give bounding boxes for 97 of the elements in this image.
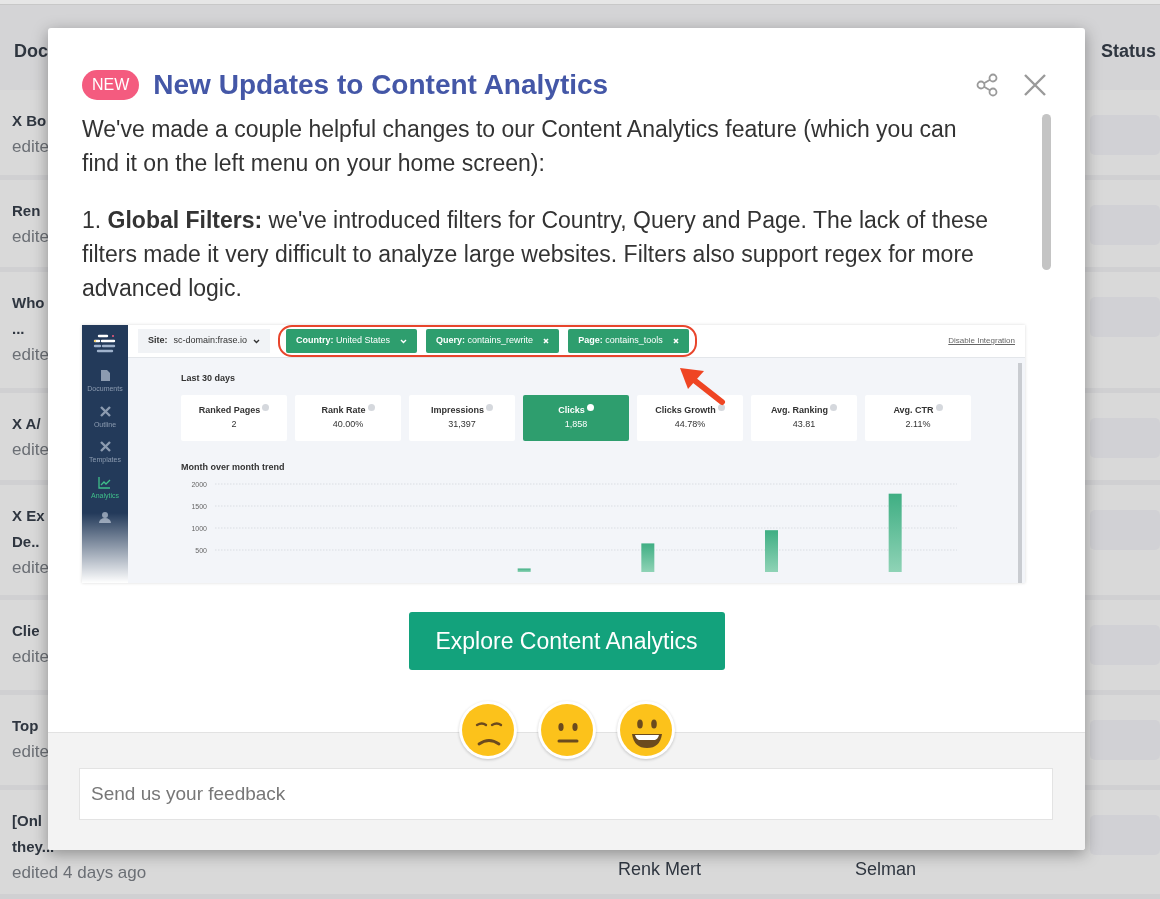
stat-label: Clicks Growth	[655, 404, 716, 417]
document-title: they...	[12, 837, 56, 857]
document-icon	[98, 369, 112, 382]
document-title: [Onl	[12, 811, 43, 831]
stat-card[interactable]: Avg. Ranking 43.81	[751, 394, 857, 441]
close-icon	[1023, 73, 1047, 97]
chart-bar	[517, 568, 531, 572]
stat-value: 44.78%	[674, 417, 706, 431]
new-badge: NEW	[82, 70, 140, 100]
edited-time: edite	[12, 646, 49, 668]
edited-time: edite	[12, 136, 49, 158]
stat-value: 31,397	[448, 417, 476, 431]
filter-chip[interactable]: Page: contains_tools	[568, 329, 689, 353]
caret-icon	[400, 338, 408, 344]
remove-icon	[543, 338, 550, 344]
status-placeholder	[1090, 418, 1160, 458]
chart-bar	[765, 530, 778, 572]
edited-time: edite	[12, 226, 49, 248]
reaction-button[interactable]	[537, 701, 596, 759]
stat-label: Rank Rate	[321, 404, 366, 417]
caret-icon	[253, 338, 261, 344]
stat-value: 2.11%	[905, 417, 931, 431]
help-icon	[486, 404, 493, 411]
site-dropdown[interactable]: Site: sc-domain:frase.io	[138, 329, 271, 353]
help-icon	[830, 404, 838, 411]
remove-icon	[672, 338, 679, 344]
stat-label: Avg. CTR	[893, 404, 934, 417]
status-placeholder	[1090, 720, 1160, 760]
paragraph: 1. Global Filters: we've introduced filters for Country, Query and Page. The lack of these filters made it very difficult to analyze large websites. Filters also support regex for more advanced logic.	[82, 206, 990, 303]
paragraph: We've made a couple helpful changes to our Content Analytics feature (which you can find it on the left menu on your home screen):	[82, 115, 958, 178]
tools-icon	[98, 404, 112, 418]
help-icon	[586, 404, 594, 411]
help-icon	[935, 404, 943, 411]
smiling-face-icon	[618, 703, 673, 757]
document-title: X Ex	[12, 506, 46, 526]
explore-button[interactable]: Explore Content Analytics	[408, 612, 725, 670]
help-icon	[717, 404, 725, 411]
stat-label: Avg. Ranking	[770, 404, 829, 417]
stat-value: 1,858	[564, 417, 588, 431]
section-label: Last 30 days	[181, 372, 237, 385]
logo-icon	[92, 333, 118, 355]
edited-time: edited 4 days ago	[12, 862, 147, 884]
document-title: Who	[12, 293, 46, 313]
column-header: Doc	[14, 40, 48, 63]
column-header: Status	[1101, 40, 1156, 63]
document-title: ...	[12, 319, 26, 339]
status-placeholder	[1090, 205, 1160, 245]
stat-card[interactable]: Rank Rate 40.00%	[295, 394, 401, 441]
document-title: Ren	[12, 201, 42, 221]
neutral-face-icon	[539, 703, 594, 757]
table-cell-text: Selman	[855, 858, 917, 881]
reaction-button[interactable]	[616, 701, 675, 759]
help-icon	[367, 404, 375, 411]
edited-time: edite	[12, 344, 49, 366]
document-title: Clie	[12, 621, 41, 641]
status-placeholder	[1090, 510, 1160, 550]
status-placeholder	[1090, 115, 1160, 155]
fade-gradient	[82, 513, 128, 583]
disable-link[interactable]: Disable Integration	[948, 335, 1015, 347]
status-placeholder	[1090, 625, 1160, 665]
chart-bar	[641, 543, 655, 572]
document-title: Top	[12, 716, 40, 736]
chart-icon	[98, 475, 112, 489]
edited-time: edite	[12, 557, 49, 579]
document-title: De..	[12, 532, 41, 552]
stat-label: Clicks	[558, 404, 585, 417]
stat-card[interactable]: Ranked Pages 2	[181, 394, 287, 441]
stat-card[interactable]: Avg. CTR 2.11%	[865, 394, 971, 441]
filter-chip[interactable]: Country: United States	[286, 329, 418, 353]
reaction-button[interactable]	[458, 701, 517, 759]
feedback-field[interactable]: Send us your feedback	[79, 768, 1053, 820]
user-icon	[99, 511, 111, 523]
sad-face-icon	[460, 703, 515, 757]
stat-value: 2	[231, 417, 237, 431]
scrollbar-thumb[interactable]	[1042, 114, 1051, 270]
stat-card[interactable]: Impressions 31,397	[409, 394, 515, 441]
stat-value: 40.00%	[332, 417, 364, 431]
chart-title: Month over month trend	[181, 460, 286, 474]
document-title: X A/	[12, 414, 42, 434]
share-icon	[975, 73, 999, 97]
stat-card[interactable]: Clicks 1,858	[523, 394, 629, 441]
close-button[interactable]	[1023, 72, 1049, 98]
stat-label: Ranked Pages	[198, 404, 261, 417]
edited-time: edite	[12, 741, 49, 763]
edited-time: edite	[12, 439, 49, 461]
status-placeholder	[1090, 815, 1160, 855]
stat-card[interactable]: Clicks Growth 44.78%	[637, 394, 743, 441]
document-title: X Bo	[12, 111, 48, 131]
help-icon	[262, 404, 270, 411]
stat-label: Impressions	[431, 404, 484, 417]
filter-chip[interactable]: Query: contains_rewrite	[426, 329, 560, 353]
tools-icon	[98, 440, 112, 453]
status-placeholder	[1090, 297, 1160, 337]
dialog-title: New Updates to Content Analytics	[153, 68, 609, 102]
table-cell-text: Renk Mert	[618, 858, 702, 881]
pointer-arrow	[680, 368, 725, 405]
stat-value: 43.81	[792, 417, 816, 431]
